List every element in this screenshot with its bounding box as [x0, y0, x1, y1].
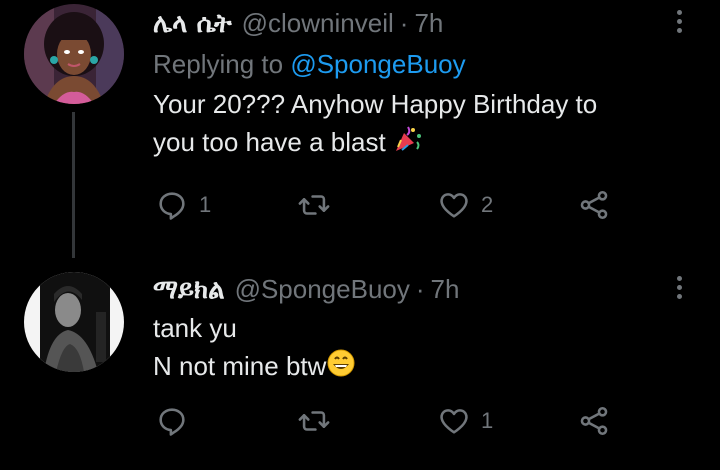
tweet-header: ሌላ ሴት @clowninveil · 7h: [153, 6, 660, 41]
tweet-content: ማይክል @SpongeBuoy · 7h tank yu N not mine…: [153, 272, 660, 388]
replying-to: Replying to @SpongeBuoy: [153, 47, 660, 81]
timestamp[interactable]: 7h: [414, 6, 443, 40]
share-icon: [580, 406, 608, 436]
tweet-text-line: tank yu: [153, 313, 237, 343]
share-button[interactable]: [577, 404, 611, 438]
retweet-button[interactable]: [297, 404, 341, 438]
retweet-icon: [298, 195, 330, 215]
tweet-actions: 1 2: [155, 188, 625, 228]
thread-line: [72, 112, 75, 258]
reply-count: 1: [199, 192, 212, 217]
tweet-text-line: you too have a blast: [153, 127, 386, 157]
tweet-text: tank yu N not mine btw: [153, 309, 660, 388]
more-dot-icon: [676, 294, 682, 299]
like-count: 2: [481, 192, 494, 217]
separator: ·: [399, 8, 409, 38]
tweet-text-line: N not mine btw: [153, 351, 327, 381]
like-button[interactable]: 2: [437, 188, 493, 222]
avatar-photo: [24, 272, 124, 372]
tweet[interactable]: ሌላ ሴት @clowninveil · 7h Replying to @Spo…: [0, 0, 720, 262]
tweet-content: ሌላ ሴት @clowninveil · 7h Replying to @Spo…: [153, 6, 660, 164]
retweet-button[interactable]: [297, 188, 341, 222]
like-button[interactable]: 1: [437, 404, 493, 438]
tweet-text: Your 20??? Anyhow Happy Birthday to you …: [153, 85, 660, 164]
avatar-illustration: [24, 4, 124, 104]
avatar[interactable]: [24, 272, 124, 372]
more-dot-icon: [676, 285, 682, 290]
separator: ·: [415, 274, 425, 304]
heart-icon: [440, 193, 468, 218]
more-dot-icon: [676, 28, 682, 33]
reply-button[interactable]: [155, 404, 199, 438]
tweet-text-line: Your 20??? Anyhow Happy Birthday to: [153, 89, 598, 119]
username[interactable]: @SpongeBuoy: [235, 272, 410, 306]
more-dot-icon: [676, 10, 682, 15]
reply-icon: [159, 192, 185, 220]
reply-icon: [159, 408, 185, 436]
replying-prefix: Replying to: [153, 49, 284, 79]
share-button[interactable]: [577, 188, 611, 222]
heart-icon: [440, 409, 468, 434]
reply-button[interactable]: 1: [155, 188, 211, 222]
more-dot-icon: [676, 276, 682, 281]
more-options-button[interactable]: [674, 10, 684, 33]
display-name[interactable]: ማይክል: [153, 273, 225, 307]
display-name[interactable]: ሌላ ሴት: [153, 7, 232, 41]
like-count: 1: [481, 408, 494, 433]
more-dot-icon: [676, 19, 682, 24]
share-icon: [580, 190, 608, 220]
mention-link[interactable]: @SpongeBuoy: [290, 49, 465, 79]
retweet-icon: [298, 411, 330, 431]
username[interactable]: @clowninveil: [242, 6, 394, 40]
tweet[interactable]: ማይክል @SpongeBuoy · 7h tank yu N not mine…: [0, 262, 720, 470]
more-options-button[interactable]: [674, 276, 684, 299]
grinning-face-emoji: [326, 348, 356, 388]
avatar[interactable]: [24, 4, 124, 104]
timestamp[interactable]: 7h: [431, 272, 460, 306]
tweet-header: ማይክል @SpongeBuoy · 7h: [153, 272, 660, 307]
tweet-actions: 1: [155, 404, 625, 444]
party-popper-emoji: [393, 124, 423, 164]
